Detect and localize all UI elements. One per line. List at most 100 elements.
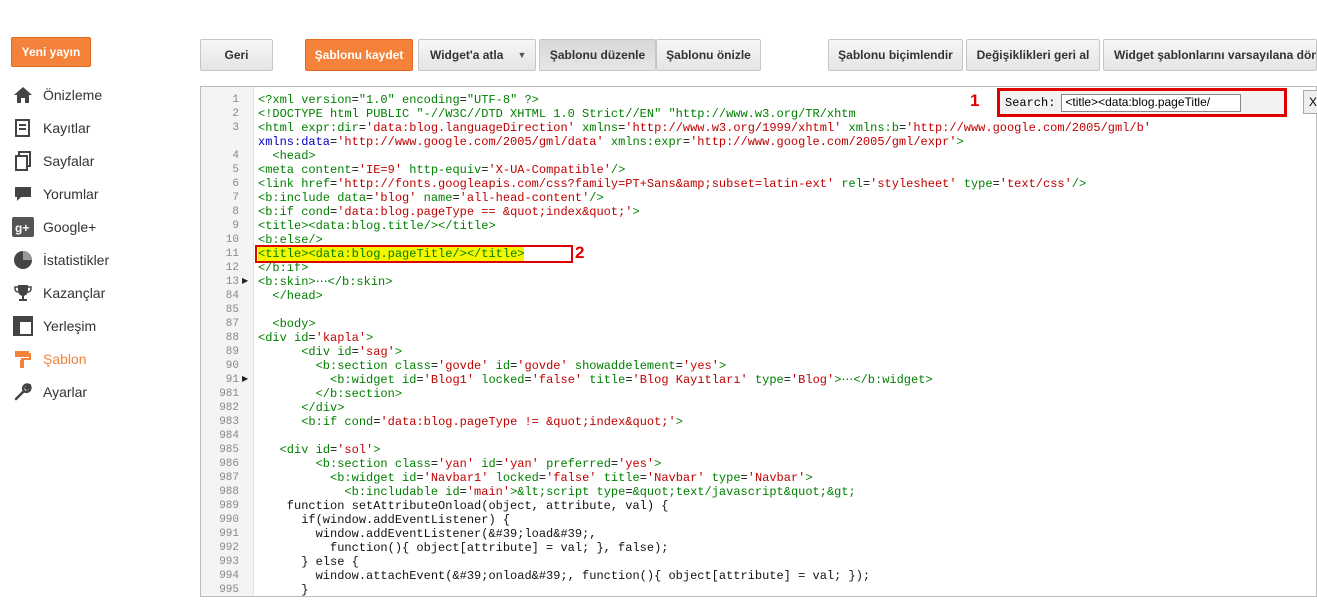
sidebar-item-6[interactable]: İstatistikler xyxy=(12,247,192,273)
code-text: <head> xyxy=(272,149,316,163)
code-text: <div id='kapla'> xyxy=(258,331,374,345)
code-text: } xyxy=(258,583,309,597)
search-label: Search: xyxy=(1005,95,1056,110)
line-number: 89 xyxy=(225,346,239,358)
fold-arrow-icon[interactable]: ▶ xyxy=(242,373,248,387)
line-number: 987 xyxy=(219,472,239,484)
code-text: <b:if cond='data:blog.pageType != &quot;… xyxy=(301,415,683,429)
sidebar-item-1[interactable]: Önizleme xyxy=(12,82,192,108)
sidebar-item-2[interactable]: Kayıtlar xyxy=(12,115,192,141)
search-panel: Search: <title><data:blog.pageTitle/ xyxy=(997,88,1287,117)
reset-widget-templates-button[interactable]: Widget şablonlarını varsayılana döndür xyxy=(1103,39,1317,71)
sidebar-item-3[interactable]: Sayfalar xyxy=(12,148,192,174)
sidebar-item-label: Sayfalar xyxy=(43,153,95,169)
code-text: </b:if> xyxy=(258,261,309,275)
code-text: <?xml version="1.0" encoding="UTF-8" ?> xyxy=(258,93,539,107)
code-text: <b:widget id='Navbar1' locked='false' ti… xyxy=(330,471,813,485)
revert-changes-button[interactable]: Değişiklikleri geri al xyxy=(966,39,1100,71)
template-icon xyxy=(12,348,34,370)
sidebar-item-5[interactable]: g+ Google+ xyxy=(12,214,192,240)
code-text: <body> xyxy=(272,317,316,331)
code-text: </b:section> xyxy=(315,387,403,401)
code-text: } else { xyxy=(258,555,359,569)
layout-icon xyxy=(12,315,34,337)
line-number: 1 xyxy=(232,94,239,106)
line-number: 88 xyxy=(225,332,239,344)
preview-template-button[interactable]: Şablonu önizle xyxy=(656,39,761,71)
code-text: window.attachEvent(&#39;onload&#39;, fun… xyxy=(258,569,871,583)
code-text: xmlns:data='http://www.google.com/2005/g… xyxy=(258,135,964,149)
code-text: </head> xyxy=(272,289,323,303)
back-button[interactable]: Geri xyxy=(200,39,273,71)
sidebar-item-label: İstatistikler xyxy=(43,252,110,268)
code-text: <div id='sag'> xyxy=(301,345,403,359)
code-text: <title><data:blog.title/></title> xyxy=(258,219,496,233)
code-editor[interactable]: 1 <?xml version="1.0" encoding="UTF-8" ?>… xyxy=(200,86,1317,597)
line-number: 986 xyxy=(219,458,239,470)
line-number: 982 xyxy=(219,402,239,414)
sidebar-item-10[interactable]: Ayarlar xyxy=(12,379,192,405)
jump-to-widget-dropdown[interactable]: Widget'a atla ▼ xyxy=(418,39,536,71)
highlight-box xyxy=(255,245,573,263)
line-number: 6 xyxy=(232,178,239,190)
sidebar-item-label: Şablon xyxy=(43,351,87,367)
line-number: 90 xyxy=(225,360,239,372)
line-number: 85 xyxy=(225,304,239,316)
fold-arrow-icon[interactable]: ▶ xyxy=(242,275,248,289)
line-number: 87 xyxy=(225,318,239,330)
line-number: 5 xyxy=(232,164,239,176)
line-number: 984 xyxy=(219,430,239,442)
sidebar-item-label: Google+ xyxy=(43,219,97,235)
sidebar-item-9[interactable]: Şablon xyxy=(12,346,192,372)
sidebar-item-7[interactable]: Kazançlar xyxy=(12,280,192,306)
code-text: </div> xyxy=(301,401,345,415)
code-text: <b:section class='govde' id='govde' show… xyxy=(315,359,727,373)
sidebar-item-label: Kayıtlar xyxy=(43,120,91,136)
line-number: 988 xyxy=(219,486,239,498)
line-number: 11 xyxy=(225,248,239,260)
sidebar-item-label: Kazançlar xyxy=(43,285,106,301)
line-number: 13 xyxy=(225,276,239,288)
line-number: 991 xyxy=(219,528,239,540)
annotation-marker-2: 2 xyxy=(575,243,585,262)
trophy-icon xyxy=(12,282,34,304)
code-text: <b:include data='blog' name='all-head-co… xyxy=(258,191,604,205)
code-text: window.addEventListener(&#39;load&#39;, xyxy=(258,527,597,541)
sidebar-item-label: Ayarlar xyxy=(43,384,88,400)
code-text: <b:if cond='data:blog.pageType == &quot;… xyxy=(258,205,640,219)
format-template-button[interactable]: Şablonu biçimlendir xyxy=(828,39,963,71)
line-number: 4 xyxy=(232,150,239,162)
line-number: 981 xyxy=(219,388,239,400)
jump-to-widget-label: Widget'a atla xyxy=(430,48,504,62)
pages-icon xyxy=(12,150,34,172)
home-icon xyxy=(12,84,34,106)
line-number: 985 xyxy=(219,444,239,456)
google-plus-icon: g+ xyxy=(12,216,34,238)
save-template-button[interactable]: Şablonu kaydet xyxy=(305,39,413,71)
line-number: 993 xyxy=(219,556,239,568)
svg-text:g+: g+ xyxy=(15,221,29,235)
code-text: <b:widget id='Blog1' locked='false' titl… xyxy=(330,373,933,387)
edit-template-button[interactable]: Şablonu düzenle xyxy=(539,39,656,71)
line-number: 10 xyxy=(225,234,239,246)
posts-icon xyxy=(12,117,34,139)
sidebar-item-4[interactable]: Yorumlar xyxy=(12,181,192,207)
code-text: if(window.addEventListener) { xyxy=(258,513,511,527)
line-number: 9 xyxy=(232,220,239,232)
annotation-marker-1: 1 xyxy=(970,91,980,110)
code-text: function setAttributeOnload(object, attr… xyxy=(258,499,669,513)
line-number: 91 xyxy=(225,374,239,386)
new-post-button[interactable]: Yeni yayın xyxy=(11,37,91,67)
sidebar-item-8[interactable]: Yerleşim xyxy=(12,313,192,339)
chevron-down-icon: ▼ xyxy=(517,50,527,60)
line-number: 995 xyxy=(219,584,239,596)
code-text: <link href='http://fonts.googleapis.com/… xyxy=(258,177,1087,191)
search-close-button[interactable]: X xyxy=(1303,90,1317,114)
line-number: 7 xyxy=(232,192,239,204)
search-input[interactable]: <title><data:blog.pageTitle/ xyxy=(1061,93,1242,112)
code-text: <b:includable id='main'>&lt;script type=… xyxy=(344,485,856,499)
code-text: <div id='sol'> xyxy=(279,443,381,457)
code-text: function(){ object[attribute] = val; }, … xyxy=(258,541,669,555)
sidebar-item-label: Yerleşim xyxy=(43,318,97,334)
wrench-icon xyxy=(12,381,34,403)
